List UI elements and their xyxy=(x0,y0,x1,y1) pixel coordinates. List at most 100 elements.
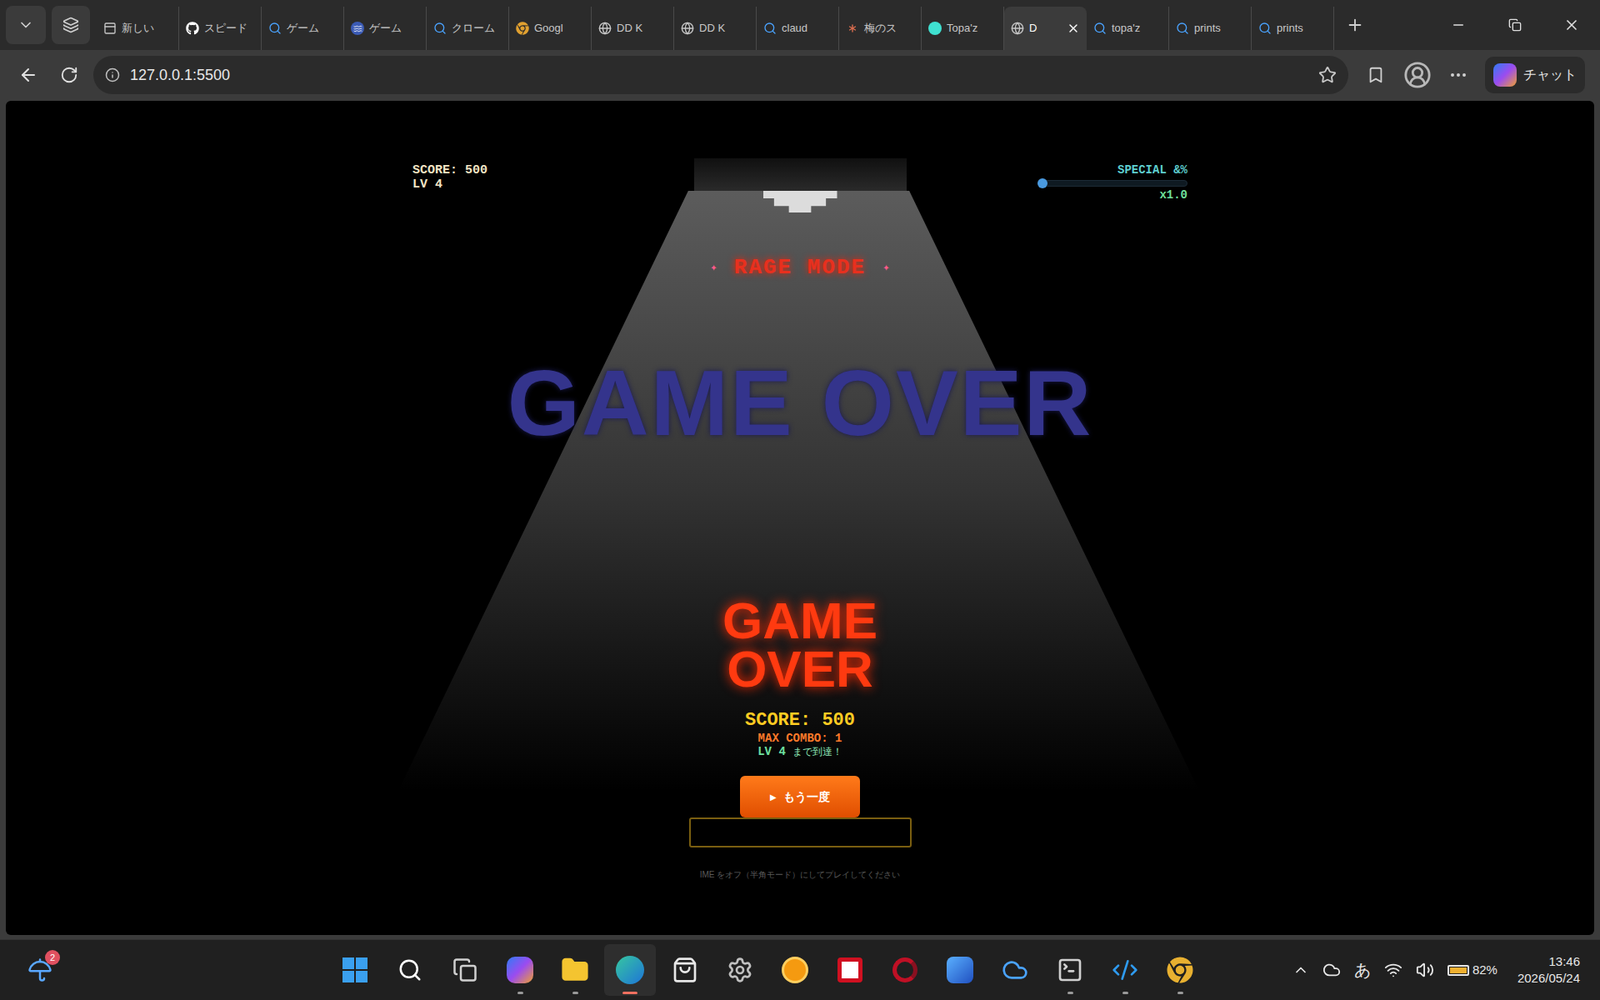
workspaces-icon xyxy=(62,16,80,34)
browser-tab[interactable]: Googl xyxy=(509,6,592,50)
window-controls xyxy=(1430,0,1600,50)
light-cone xyxy=(398,190,1200,791)
taskview-icon xyxy=(452,957,478,983)
taskbar-app[interactable] xyxy=(494,944,546,996)
toolbar: 127.0.0.1:5500 チャット xyxy=(0,50,1600,100)
vscode-icon xyxy=(1111,956,1139,984)
chrome-icon xyxy=(515,21,530,35)
github-icon xyxy=(185,21,200,35)
close-tab-icon[interactable] xyxy=(1066,21,1080,35)
tab-label: DD K xyxy=(616,20,667,37)
taskbar-app[interactable] xyxy=(659,944,711,996)
taskbar-app[interactable] xyxy=(439,944,491,996)
topaz-icon xyxy=(928,21,942,35)
browser-tab[interactable]: ゲーム xyxy=(261,6,345,50)
battery[interactable]: 82% xyxy=(1447,960,1498,980)
search-icon xyxy=(1175,21,1190,35)
browser-tab[interactable]: 新しい xyxy=(96,6,180,50)
game-over-title: GAMEOVER xyxy=(722,596,878,694)
show-hidden-icon[interactable] xyxy=(1292,961,1310,979)
search-icon xyxy=(1093,21,1107,35)
taskbar-app[interactable] xyxy=(769,944,821,996)
taskbar-app[interactable] xyxy=(384,944,436,996)
search-icon xyxy=(763,21,777,35)
taskbar-app[interactable] xyxy=(879,944,931,996)
reload-icon[interactable] xyxy=(60,65,79,85)
lamp-light-icon xyxy=(763,190,838,213)
close-icon[interactable] xyxy=(1563,16,1580,34)
tab-label: スピード xyxy=(204,20,255,37)
copilot-chat-button[interactable]: チャット xyxy=(1485,56,1585,94)
volume-icon[interactable] xyxy=(1415,960,1435,980)
retry-button[interactable]: ▶もう一度 xyxy=(740,775,860,818)
globe-icon xyxy=(1010,21,1025,35)
back-icon[interactable] xyxy=(18,65,39,85)
taskbar-app[interactable] xyxy=(824,944,876,996)
reached-level: LV 4まで到達！ xyxy=(757,745,843,759)
new-tab-icon[interactable] xyxy=(1345,15,1365,35)
browser-tab[interactable]: クローム xyxy=(426,6,510,50)
taskbar-app[interactable] xyxy=(549,944,601,996)
minimize-icon[interactable] xyxy=(1450,17,1466,33)
search-icon xyxy=(433,21,447,35)
taskbar-app[interactable] xyxy=(714,944,766,996)
profile-icon[interactable] xyxy=(1403,60,1432,90)
wifi-icon[interactable] xyxy=(1384,960,1403,980)
browser-tab[interactable]: Topa'z xyxy=(921,6,1005,50)
address-bar[interactable]: 127.0.0.1:5500 xyxy=(93,55,1349,95)
tab-strip: 新しいスピードゲームゲームクロームGooglDD KDD Kclaud梅のスTo… xyxy=(0,0,1600,50)
browser-tab[interactable]: DD K xyxy=(591,6,675,50)
favorite-star-icon[interactable] xyxy=(1318,65,1337,85)
date: 2026/05/24 xyxy=(1517,970,1580,987)
taskbar-app[interactable] xyxy=(604,944,656,996)
taskbar-apps xyxy=(327,944,1208,996)
cloud-icon xyxy=(1001,956,1029,984)
system-tray: あ 82% 13:462026/05/24 xyxy=(1292,953,1580,987)
browser-tab[interactable]: topa'z xyxy=(1086,6,1170,50)
battery-icon xyxy=(1447,965,1470,976)
preview-app-icon xyxy=(946,956,974,984)
taskbar-app[interactable] xyxy=(934,944,986,996)
folder-icon xyxy=(560,955,590,985)
browser-tab[interactable]: ゲーム xyxy=(344,6,427,50)
running-indicator xyxy=(1067,991,1074,995)
play-icon: ▶ xyxy=(770,790,777,804)
search-icon xyxy=(1258,21,1272,35)
taskbar-app[interactable] xyxy=(1044,944,1096,996)
browser-tab[interactable]: DD K xyxy=(674,6,757,50)
menu-icon[interactable] xyxy=(1448,65,1469,85)
tab-label: ゲーム xyxy=(286,20,337,37)
browser-tab[interactable]: prints xyxy=(1169,6,1252,50)
special-meter xyxy=(1038,180,1188,187)
site-info-icon[interactable] xyxy=(105,67,120,83)
browser-tab[interactable]: claud xyxy=(756,6,840,50)
screen: 新しいスピードゲームゲームクロームGooglDD KDD Kclaud梅のスTo… xyxy=(0,0,1600,1000)
browser-tab[interactable]: prints xyxy=(1251,6,1335,50)
taskbar-app[interactable] xyxy=(329,944,381,996)
taskbar-app[interactable] xyxy=(1154,944,1206,996)
taskbar-app[interactable] xyxy=(989,944,1041,996)
browser-tab[interactable]: 梅のス xyxy=(839,6,922,50)
tab-label: topa'z xyxy=(1111,20,1162,37)
special-knob xyxy=(1037,178,1048,189)
taskbar-app[interactable] xyxy=(1099,944,1151,996)
name-input[interactable] xyxy=(689,817,912,848)
browser-tab[interactable]: スピード xyxy=(179,6,262,50)
tab-label: DD K xyxy=(699,20,750,37)
weather-widget[interactable]: 2 xyxy=(20,950,60,990)
tab-label: claud xyxy=(781,20,832,37)
clock[interactable]: 13:462026/05/24 xyxy=(1510,953,1580,987)
search-icon xyxy=(268,21,282,35)
special-label: SPECIAL &% xyxy=(1117,163,1188,178)
workspaces-button[interactable] xyxy=(51,5,90,45)
tab-list-button[interactable] xyxy=(5,5,46,45)
tab-label: D xyxy=(1029,20,1062,37)
onedrive-icon[interactable] xyxy=(1322,960,1341,980)
favorites-icon[interactable] xyxy=(1366,65,1385,85)
browser-tab[interactable]: D xyxy=(1004,6,1087,50)
ime-indicator[interactable]: あ xyxy=(1354,957,1371,983)
edge-icon xyxy=(615,955,645,985)
restore-icon[interactable] xyxy=(1508,18,1522,32)
tab-label: 梅のス xyxy=(864,20,915,37)
backdrop-title: GAME OVER xyxy=(507,353,1094,454)
